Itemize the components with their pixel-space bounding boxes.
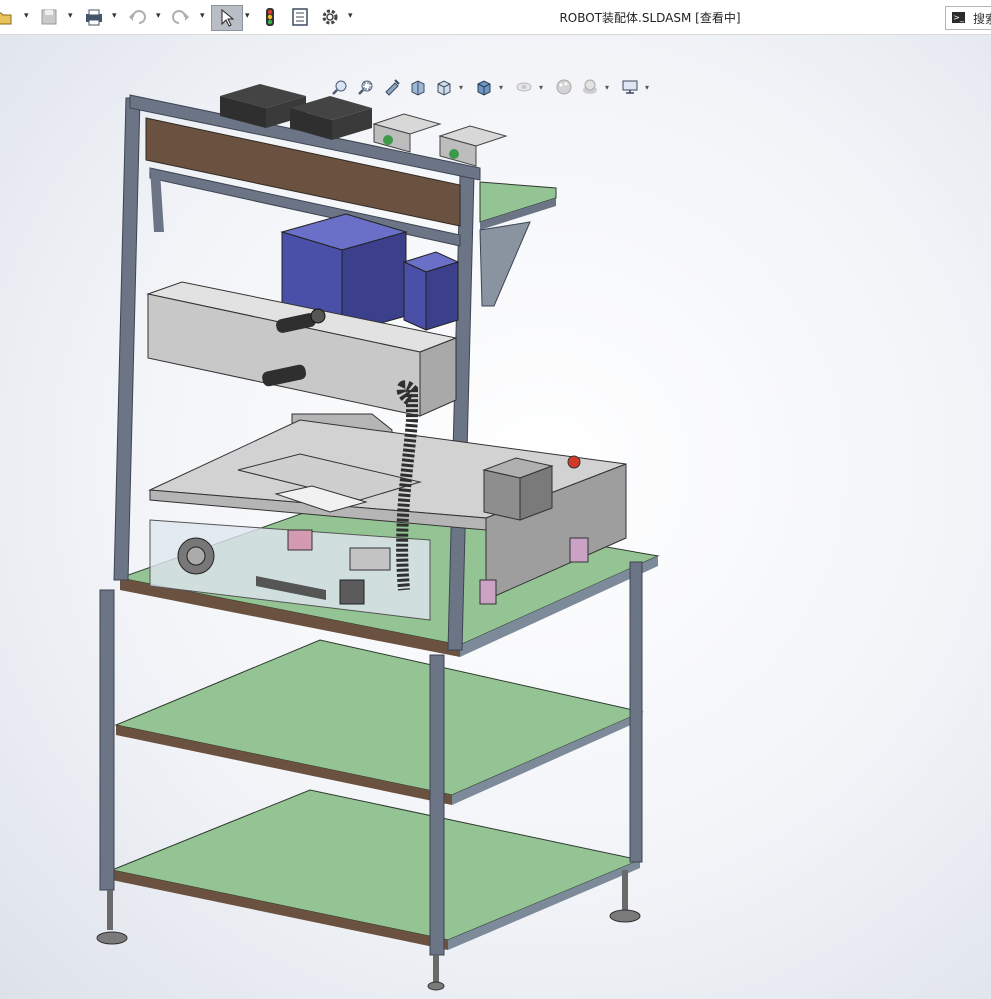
handle-right-2 xyxy=(479,579,497,605)
undo-dropdown-icon[interactable]: ▾ xyxy=(156,11,161,21)
bottom-shelf-board xyxy=(110,789,642,941)
handle-right-1 xyxy=(569,537,589,563)
robot-assembly-model[interactable] xyxy=(0,35,991,999)
file-properties-icon[interactable] xyxy=(289,5,311,29)
options-dropdown-icon[interactable]: ▾ xyxy=(348,11,353,21)
leveling-foot-left xyxy=(96,890,128,945)
blue-motor-secondary xyxy=(402,251,460,331)
open-icon[interactable] xyxy=(0,5,14,29)
redo-dropdown-icon[interactable]: ▾ xyxy=(200,11,205,21)
select-dropdown-icon[interactable]: ▾ xyxy=(245,11,250,21)
options-icon[interactable] xyxy=(318,5,342,29)
document-title: ROBOT装配体.SLDASM [查看中] xyxy=(559,11,741,25)
relay-module-2 xyxy=(438,125,508,167)
print-icon[interactable] xyxy=(82,5,106,29)
storage-bin xyxy=(482,457,554,521)
command-search-icon: >_ xyxy=(952,12,965,23)
upper-left-upright xyxy=(113,97,141,581)
redo-icon[interactable] xyxy=(170,5,192,29)
open-dropdown-icon[interactable]: ▾ xyxy=(24,11,29,21)
undo-icon[interactable] xyxy=(126,5,148,29)
title-bar: ▾ ▾ ▾ ▾ ▾ ▾ ▾ ROBOT装配体.SLDASM [查看中] >_ 搜… xyxy=(0,0,991,35)
middle-shelf-board xyxy=(114,639,644,796)
search-input[interactable]: >_ 搜索 xyxy=(945,6,991,30)
relay-module-1 xyxy=(372,113,442,153)
save-icon[interactable] xyxy=(38,5,60,29)
leveling-foot-center xyxy=(427,955,445,991)
front-right-leg xyxy=(429,654,445,956)
select-icon[interactable] xyxy=(211,5,243,31)
print-dropdown-icon[interactable]: ▾ xyxy=(112,11,117,21)
search-placeholder: 搜索 xyxy=(973,12,991,26)
save-dropdown-icon[interactable]: ▾ xyxy=(68,11,73,21)
front-left-leg xyxy=(99,589,115,891)
rebuild-icon[interactable] xyxy=(261,5,279,29)
right-brace xyxy=(479,221,531,307)
graphics-area[interactable]: ▾ ▾ ▾ ▾ ▾ xyxy=(0,35,991,999)
back-right-leg xyxy=(629,561,643,863)
